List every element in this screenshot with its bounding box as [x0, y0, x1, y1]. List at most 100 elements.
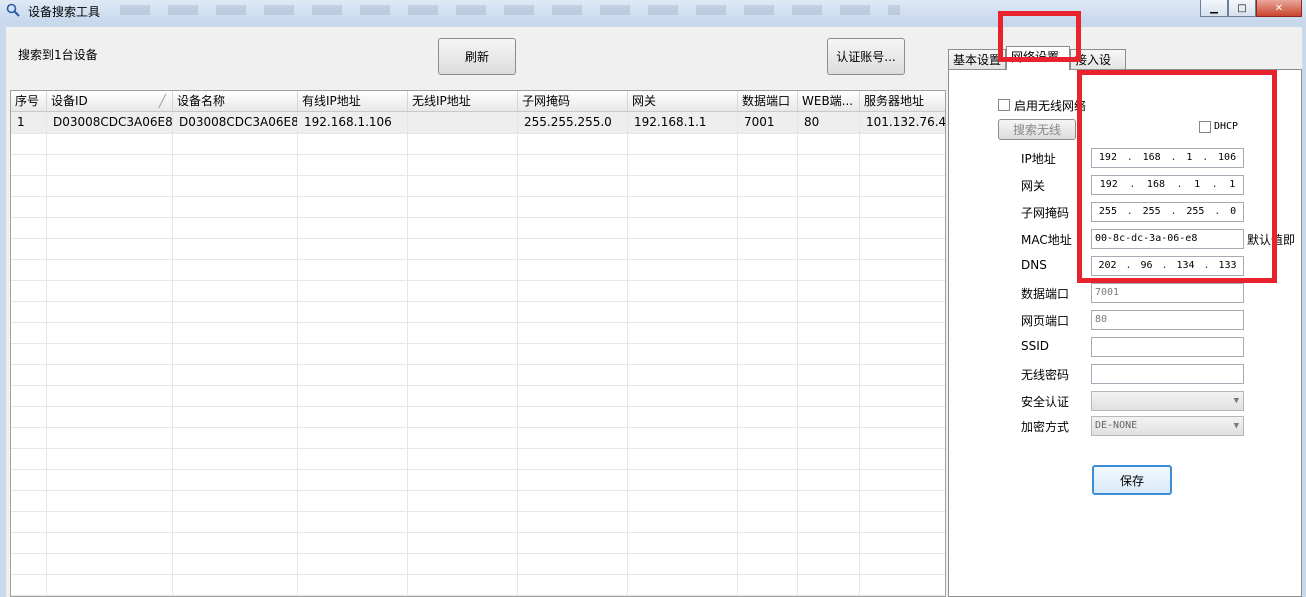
empty-cell — [738, 469, 798, 490]
ip-address-label: IP地址 — [1021, 152, 1056, 166]
empty-cell — [173, 553, 298, 574]
col-header-web-port[interactable]: WEB端... — [798, 91, 860, 111]
empty-cell — [408, 448, 518, 469]
encryption-dropdown[interactable]: DE-NONE ▼ — [1091, 416, 1244, 436]
empty-cell — [518, 385, 628, 406]
table-header: 序号 设备ID ╱ 设备名称 有线IP地址 无线IP地址 子网掩码 网关 数据端口… — [11, 91, 945, 112]
dns-field[interactable]: 202. 96. 134. 133 — [1091, 256, 1244, 276]
col-header-wireless-ip[interactable]: 无线IP地址 — [408, 91, 518, 111]
empty-cell — [738, 511, 798, 532]
empty-cell — [408, 490, 518, 511]
empty-cell — [47, 280, 173, 301]
empty-cell — [518, 448, 628, 469]
empty-cell — [518, 259, 628, 280]
table-row[interactable]: 1 D03008CDC3A06E8 D03008CDC3A06E8 192.16… — [11, 112, 945, 134]
empty-cell — [738, 490, 798, 511]
empty-table-row — [11, 343, 945, 365]
empty-cell — [11, 238, 47, 259]
col-header-wired-ip[interactable]: 有线IP地址 — [298, 91, 408, 111]
tab-basic-settings[interactable]: 基本设置 — [948, 49, 1006, 69]
maximize-button[interactable]: □ — [1228, 0, 1256, 17]
empty-cell — [298, 280, 408, 301]
col-header-index[interactable]: 序号 — [11, 91, 47, 111]
empty-cell — [798, 406, 860, 427]
empty-cell — [860, 406, 945, 427]
main-window: 搜索到1台设备 刷新 认证账号... 序号 设备ID ╱ 设备名称 有线IP地址 … — [6, 27, 1302, 597]
col-header-subnet[interactable]: 子网掩码 — [518, 91, 628, 111]
empty-cell — [408, 175, 518, 196]
ip-octet: 255 — [1142, 206, 1161, 217]
empty-cell — [738, 364, 798, 385]
refresh-button[interactable]: 刷新 — [438, 38, 516, 75]
save-button[interactable]: 保存 — [1092, 465, 1172, 495]
empty-cell — [47, 427, 173, 448]
empty-cell — [298, 490, 408, 511]
col-header-device-id[interactable]: 设备ID ╱ — [47, 91, 173, 111]
empty-cell — [11, 385, 47, 406]
cell-wired-ip: 192.168.1.106 — [298, 112, 408, 133]
empty-cell — [47, 196, 173, 217]
empty-cell — [860, 133, 945, 154]
subnet-mask-label: 子网掩码 — [1021, 206, 1070, 220]
ip-octet: 133 — [1218, 260, 1237, 271]
empty-cell — [628, 427, 738, 448]
ip-address-field[interactable]: 192. 168. 1. 106 — [1091, 148, 1244, 168]
empty-cell — [798, 175, 860, 196]
search-wireless-button[interactable]: 搜索无线 — [998, 119, 1076, 140]
minimize-button[interactable]: ▁ — [1200, 0, 1228, 17]
web-port-field[interactable]: 80 — [1091, 310, 1244, 330]
empty-cell — [11, 574, 47, 595]
tab-access-device[interactable]: 接入设备 — [1070, 49, 1126, 87]
empty-cell — [173, 133, 298, 154]
empty-cell — [298, 532, 408, 553]
col-header-data-port[interactable]: 数据端口 — [738, 91, 798, 111]
data-port-field[interactable]: 7001 — [1091, 283, 1244, 303]
empty-cell — [11, 343, 47, 364]
empty-cell — [47, 385, 173, 406]
device-table[interactable]: 序号 设备ID ╱ 设备名称 有线IP地址 无线IP地址 子网掩码 网关 数据端口… — [10, 90, 946, 597]
empty-cell — [11, 448, 47, 469]
empty-cell — [11, 469, 47, 490]
empty-cell — [47, 175, 173, 196]
ssid-field[interactable] — [1091, 337, 1244, 357]
empty-cell — [47, 553, 173, 574]
enable-wireless-checkbox[interactable] — [998, 99, 1010, 111]
empty-cell — [47, 343, 173, 364]
empty-cell — [11, 511, 47, 532]
mac-address-field[interactable]: 00-8c-dc-3a-06-e8 — [1091, 229, 1244, 249]
col-header-server[interactable]: 服务器地址 — [860, 91, 945, 111]
empty-cell — [298, 469, 408, 490]
col-header-device-name[interactable]: 设备名称 — [173, 91, 298, 111]
empty-table-row — [11, 469, 945, 491]
window-title-bar: 设备搜索工具 ▁ □ ✕ — [0, 0, 1306, 22]
empty-table-row — [11, 427, 945, 449]
security-dropdown[interactable]: ▼ — [1091, 391, 1244, 411]
gateway-field[interactable]: 192. 168. 1. 1 — [1091, 175, 1244, 195]
empty-cell — [47, 301, 173, 322]
empty-cell — [11, 259, 47, 280]
empty-cell — [860, 343, 945, 364]
subnet-mask-field[interactable]: 255. 255. 255. 0 — [1091, 202, 1244, 222]
empty-cell — [47, 574, 173, 595]
close-button[interactable]: ✕ — [1256, 0, 1302, 17]
auth-account-button[interactable]: 认证账号... — [827, 38, 905, 75]
ip-octet: 106 — [1218, 152, 1237, 163]
empty-cell — [298, 133, 408, 154]
empty-cell — [738, 406, 798, 427]
empty-table-row — [11, 511, 945, 533]
tab-network-settings[interactable]: 网络设置 — [1006, 46, 1070, 70]
empty-cell — [860, 196, 945, 217]
empty-cell — [798, 343, 860, 364]
col-header-gateway[interactable]: 网关 — [628, 91, 738, 111]
empty-cell — [628, 133, 738, 154]
empty-cell — [628, 574, 738, 595]
ip-octet: 134 — [1176, 260, 1195, 271]
empty-cell — [518, 280, 628, 301]
empty-cell — [298, 322, 408, 343]
empty-cell — [11, 406, 47, 427]
empty-cell — [173, 406, 298, 427]
minimize-icon: ▁ — [1210, 2, 1218, 14]
wifi-password-field[interactable] — [1091, 364, 1244, 384]
ssid-label: SSID — [1021, 339, 1050, 353]
dhcp-checkbox[interactable] — [1199, 121, 1211, 133]
